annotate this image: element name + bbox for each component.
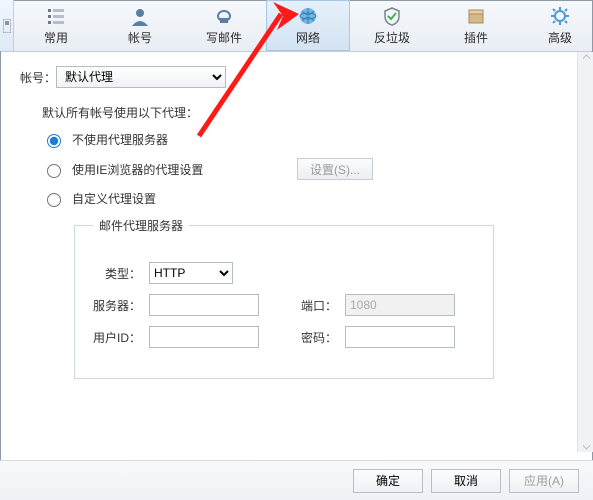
tab-plugin[interactable]: 插件	[434, 0, 518, 51]
content-pane: 帐号： 默认代理 默认所有帐号使用以下代理： 不使用代理服务器 使用IE浏览器的…	[0, 52, 593, 452]
tab-account[interactable]: 帐号	[98, 0, 182, 51]
pass-input[interactable]	[345, 326, 455, 348]
footer: 确定 取消 应用(A)	[0, 460, 593, 500]
tab-label: 帐号	[128, 29, 152, 46]
ie-settings-button[interactable]: 设置(S)...	[297, 158, 373, 180]
tab-advanced[interactable]: 高级	[518, 0, 593, 51]
server-input[interactable]	[149, 294, 259, 316]
compose-icon	[213, 5, 235, 27]
port-label: 端口：	[295, 297, 337, 314]
gear-icon	[549, 5, 571, 27]
account-select[interactable]: 默认代理	[56, 66, 226, 88]
list-icon	[45, 5, 67, 27]
proxy-group: 邮件代理服务器 类型： HTTP 服务器： 端口： 用户ID： 密码：	[74, 217, 494, 379]
tab-label: 常用	[44, 29, 68, 46]
ok-button[interactable]: 确定	[353, 469, 423, 493]
tab-label: 写邮件	[206, 29, 242, 46]
port-input[interactable]	[345, 294, 455, 316]
toolbar: 常用 帐号 写邮件 网络 反垃圾 插件 高级	[0, 0, 593, 52]
account-row: 帐号： 默认代理	[20, 66, 573, 88]
tab-label: 网络	[296, 29, 320, 46]
proxy-option-none[interactable]: 不使用代理服务器	[42, 131, 573, 148]
tab-antispam[interactable]: 反垃圾	[350, 0, 434, 51]
tab-common[interactable]: 常用	[14, 0, 98, 51]
tab-label: 插件	[464, 29, 488, 46]
server-label: 服务器：	[93, 297, 141, 314]
box-icon	[465, 5, 487, 27]
user-icon	[129, 5, 151, 27]
radio-ie[interactable]	[47, 164, 61, 178]
account-label: 帐号：	[20, 69, 56, 86]
option-label: 使用IE浏览器的代理设置	[72, 161, 203, 178]
cancel-button[interactable]: 取消	[431, 469, 501, 493]
proxy-description: 默认所有帐号使用以下代理：	[42, 104, 573, 121]
radio-custom[interactable]	[47, 193, 61, 207]
user-label: 用户ID：	[93, 329, 141, 346]
tab-network[interactable]: 网络	[266, 0, 350, 51]
option-label: 不使用代理服务器	[72, 131, 168, 148]
type-label: 类型：	[93, 265, 141, 282]
option-label: 自定义代理设置	[72, 190, 156, 207]
tab-label: 反垃圾	[374, 29, 410, 46]
user-input[interactable]	[149, 326, 259, 348]
proxy-type-select[interactable]: HTTP	[149, 262, 233, 284]
shield-icon	[381, 5, 403, 27]
pass-label: 密码：	[295, 329, 337, 346]
proxy-group-title: 邮件代理服务器	[93, 217, 189, 234]
apply-button[interactable]: 应用(A)	[509, 469, 579, 493]
proxy-option-custom[interactable]: 自定义代理设置	[42, 190, 573, 207]
tab-label: 高级	[548, 29, 572, 46]
proxy-option-ie[interactable]: 使用IE浏览器的代理设置 设置(S)...	[42, 158, 573, 180]
tab-compose[interactable]: 写邮件	[182, 0, 266, 51]
toolbar-handle[interactable]	[0, 0, 14, 51]
radio-none[interactable]	[47, 134, 61, 148]
globe-icon	[297, 5, 319, 27]
save-icon	[3, 19, 11, 33]
